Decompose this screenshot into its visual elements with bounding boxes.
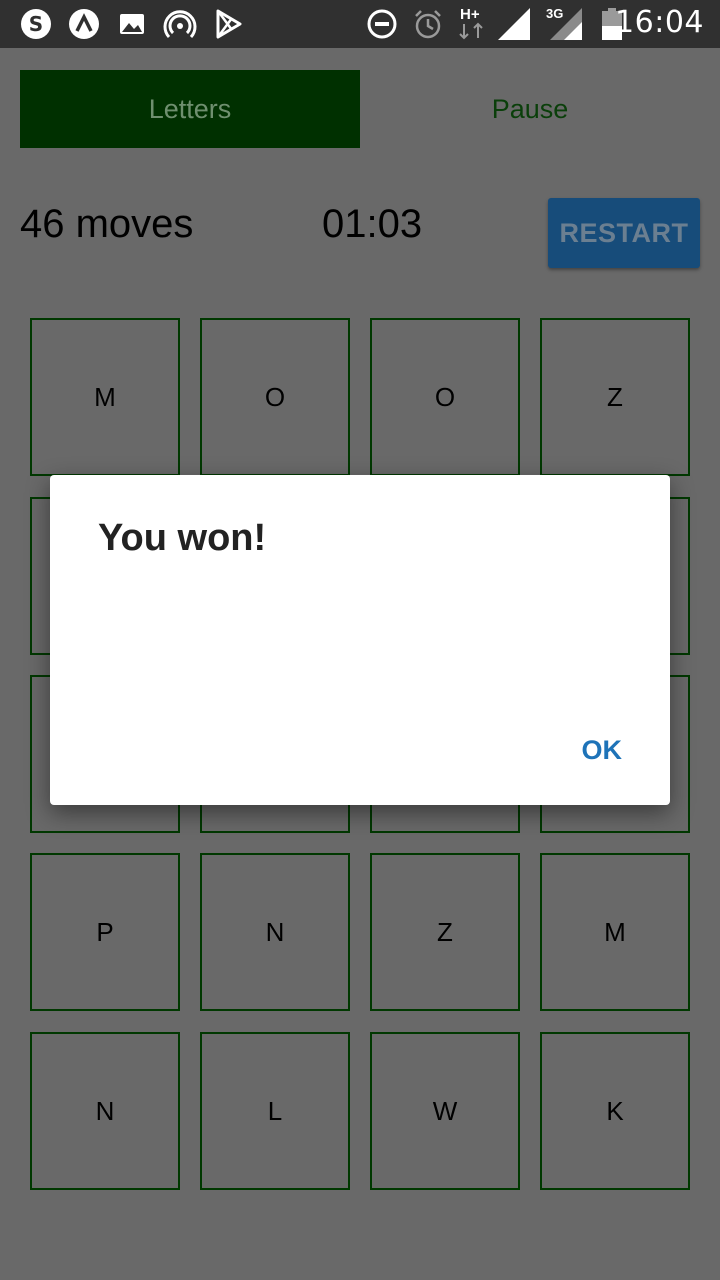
grid-cell[interactable]: N bbox=[30, 1032, 180, 1190]
grid-cell[interactable]: W bbox=[370, 1032, 520, 1190]
restart-button[interactable]: RESTART bbox=[548, 198, 700, 268]
signal-3g-icon bbox=[550, 8, 582, 40]
image-icon bbox=[120, 14, 144, 34]
expo-icon bbox=[69, 9, 99, 39]
skype-icon: S bbox=[21, 9, 51, 39]
alarm-icon bbox=[415, 10, 441, 39]
signal-icon bbox=[498, 8, 530, 40]
grid-cell[interactable]: O bbox=[370, 318, 520, 476]
grid-cell[interactable]: Z bbox=[540, 318, 690, 476]
status-bar: S H+ 3G 16:04 bbox=[0, 0, 720, 48]
grid-cell[interactable]: K bbox=[540, 1032, 690, 1190]
grid-cell[interactable]: O bbox=[200, 318, 350, 476]
moves-counter: 46 moves bbox=[20, 202, 194, 246]
play-store-icon bbox=[216, 9, 242, 39]
win-dialog: You won! OK bbox=[50, 475, 670, 805]
grid-cell[interactable]: P bbox=[30, 853, 180, 1011]
grid-cell[interactable]: M bbox=[30, 318, 180, 476]
data-activity-icon bbox=[459, 22, 483, 40]
hotspot-icon bbox=[163, 10, 197, 39]
clock: 16:04 bbox=[615, 5, 704, 40]
svg-text:S: S bbox=[29, 12, 43, 36]
grid-cell[interactable]: N bbox=[200, 853, 350, 1011]
grid-cell[interactable]: L bbox=[200, 1032, 350, 1190]
grid-cell[interactable]: M bbox=[540, 853, 690, 1011]
tab-letters[interactable]: Letters bbox=[20, 70, 360, 148]
dnd-icon bbox=[367, 9, 397, 39]
dialog-title: You won! bbox=[98, 517, 267, 559]
game-timer: 01:03 bbox=[322, 202, 423, 246]
grid-cell[interactable]: Z bbox=[370, 853, 520, 1011]
ok-button[interactable]: OK bbox=[582, 733, 623, 768]
tab-pause[interactable]: Pause bbox=[360, 70, 700, 148]
